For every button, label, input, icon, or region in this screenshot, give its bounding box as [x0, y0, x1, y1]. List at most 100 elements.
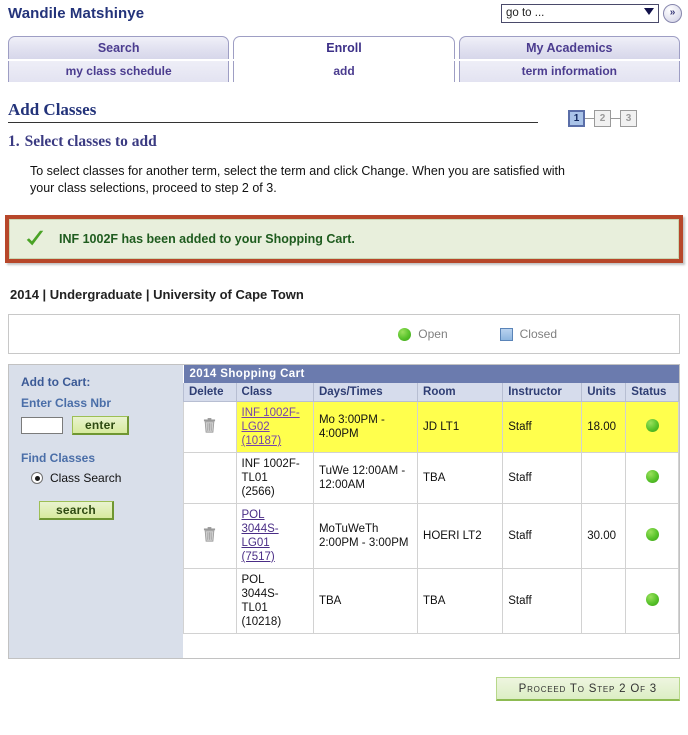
tab-search[interactable]: Search: [8, 36, 230, 59]
cell-room: JD LT1: [417, 401, 504, 453]
cell-instructor: Staff: [502, 401, 583, 453]
class-line: TL01: [241, 602, 268, 614]
step-1[interactable]: 1: [568, 110, 585, 127]
trash-icon[interactable]: [203, 417, 216, 433]
cell-delete[interactable]: [183, 401, 237, 453]
trash-icon[interactable]: [203, 526, 216, 542]
step-2[interactable]: 2: [594, 110, 611, 127]
cell-class[interactable]: INF 1002F- LG02 (10187): [235, 401, 314, 453]
cell-instructor: Staff: [502, 503, 583, 569]
class-nbr-input[interactable]: [21, 417, 63, 434]
open-status-icon: [645, 527, 659, 541]
find-classes-label: Find Classes: [21, 451, 96, 465]
search-button[interactable]: search: [39, 501, 114, 520]
class-line: (10218): [241, 616, 282, 628]
cell-status: [625, 452, 679, 504]
cell-units: 30.00: [581, 503, 627, 569]
success-banner: INF 1002F has been added to your Shoppin…: [9, 219, 679, 259]
goto-button[interactable]: »: [663, 4, 682, 23]
closed-square-icon: [499, 327, 513, 341]
step-connector: [611, 118, 620, 119]
tab-my-academics[interactable]: My Academics: [458, 36, 680, 59]
cell-class: INF 1002F- TL01 (2566): [235, 452, 314, 504]
column-header-class: Class: [235, 383, 314, 402]
table-row-empty: [183, 633, 679, 658]
legend-label-open: Open: [418, 327, 448, 341]
cell-units: [581, 452, 627, 504]
goto-select[interactable]: go to ...: [501, 4, 659, 23]
instructions-text: To select classes for another term, sele…: [30, 164, 565, 195]
open-status-icon: [645, 592, 659, 606]
cell-room: TBA: [417, 568, 504, 634]
goto-control: go to ... »: [501, 4, 682, 23]
column-header-room: Room: [417, 383, 504, 402]
class-line: LG02: [241, 421, 270, 433]
page-header: Add Classes 1 2 3: [8, 100, 680, 127]
success-banner-text: INF 1002F has been added to your Shoppin…: [59, 232, 355, 246]
column-header-delete: Delete: [183, 383, 237, 402]
class-line: 3044S-: [241, 523, 279, 535]
column-header-status: Status: [625, 383, 679, 402]
cart-panel: Add to Cart: Enter Class Nbr enter Find …: [8, 364, 680, 659]
cart-column-header-row: Delete Class Days/Times Room Instructor …: [183, 383, 679, 402]
enter-button[interactable]: enter: [72, 416, 130, 435]
green-check-icon: [26, 230, 44, 246]
class-line: INF 1002F-: [241, 407, 300, 419]
cell-days-times: Mo 3:00PM - 4:00PM: [312, 401, 419, 453]
add-to-cart-sidebar: Add to Cart: Enter Class Nbr enter Find …: [9, 365, 183, 658]
cell-empty: [183, 633, 679, 658]
open-circle-icon: [398, 327, 412, 341]
proceed-to-step-2-button[interactable]: Proceed To Step 2 Of 3: [495, 677, 680, 701]
subtab-add[interactable]: add: [233, 61, 455, 82]
shopping-cart-table-wrap: 2014 Shopping Cart Delete Class Days/Tim…: [183, 365, 679, 658]
legend-label-closed: Closed: [519, 327, 557, 341]
subtab-my-class-schedule[interactable]: my class schedule: [8, 61, 230, 82]
cell-status: [625, 401, 679, 453]
step-3[interactable]: 3: [620, 110, 637, 127]
enter-class-nbr-row: enter: [21, 416, 183, 435]
term-line: 2014 | Undergraduate | University of Cap…: [10, 287, 304, 302]
cart-group-header-row: 2014 Shopping Cart: [183, 365, 679, 383]
cell-delete: [183, 568, 237, 634]
section-label: Select classes to add: [24, 133, 157, 150]
class-line: INF 1002F-: [241, 458, 300, 470]
class-line: (2566): [241, 486, 275, 498]
cell-status: [625, 568, 679, 634]
legend-item-closed: Closed: [499, 327, 557, 341]
class-link[interactable]: POL 3044S- LG01 (7517): [242, 509, 279, 563]
chevron-down-icon: [644, 8, 654, 15]
enter-class-nbr-label: Enter Class Nbr: [21, 396, 112, 410]
step-connector: [585, 118, 594, 119]
class-search-radio-row[interactable]: Class Search: [31, 471, 183, 485]
cell-room: HOERI LT2: [417, 503, 504, 569]
class-search-radio[interactable]: [31, 472, 43, 484]
class-line: TL01: [241, 472, 268, 484]
cell-class: POL 3044S- TL01 (10218): [235, 568, 314, 634]
cell-delete[interactable]: [183, 503, 237, 569]
class-search-label: Class Search: [50, 471, 122, 485]
tab-enroll[interactable]: Enroll: [233, 36, 455, 59]
cart-group-title: 2014 Shopping Cart: [183, 365, 679, 383]
cell-units: [581, 568, 627, 634]
open-status-icon: [645, 418, 659, 432]
class-link[interactable]: INF 1002F- LG02 (10187): [242, 407, 300, 447]
table-row: INF 1002F- LG02 (10187) Mo 3:00PM - 4:00PM…: [183, 401, 679, 453]
cell-status: [625, 503, 679, 569]
cell-class[interactable]: POL 3044S- LG01 (7517): [235, 503, 314, 569]
status-legend: Open Closed: [8, 314, 680, 354]
cell-instructor: Staff: [502, 452, 583, 504]
class-line: (7517): [241, 551, 275, 563]
subtab-term-information[interactable]: term information: [458, 61, 680, 82]
top-bar: Wandile Matshinye go to ... »: [0, 0, 688, 34]
class-line: 3044S-: [241, 588, 279, 600]
class-line: (10187): [241, 435, 282, 447]
cell-days-times: TBA: [312, 568, 419, 634]
class-line: LG01: [241, 537, 270, 549]
footer-actions: Proceed To Step 2 Of 3: [0, 677, 680, 701]
tab-row-main: Search Enroll My Academics: [8, 36, 680, 59]
step-indicator: 1 2 3: [568, 110, 637, 127]
cell-days-times: TuWe 12:00AM - 12:00AM: [312, 452, 419, 504]
cell-delete: [183, 452, 237, 504]
table-row: POL 3044S- LG01 (7517) MoTuWeTh 2:00PM - 3:…: [183, 503, 679, 569]
